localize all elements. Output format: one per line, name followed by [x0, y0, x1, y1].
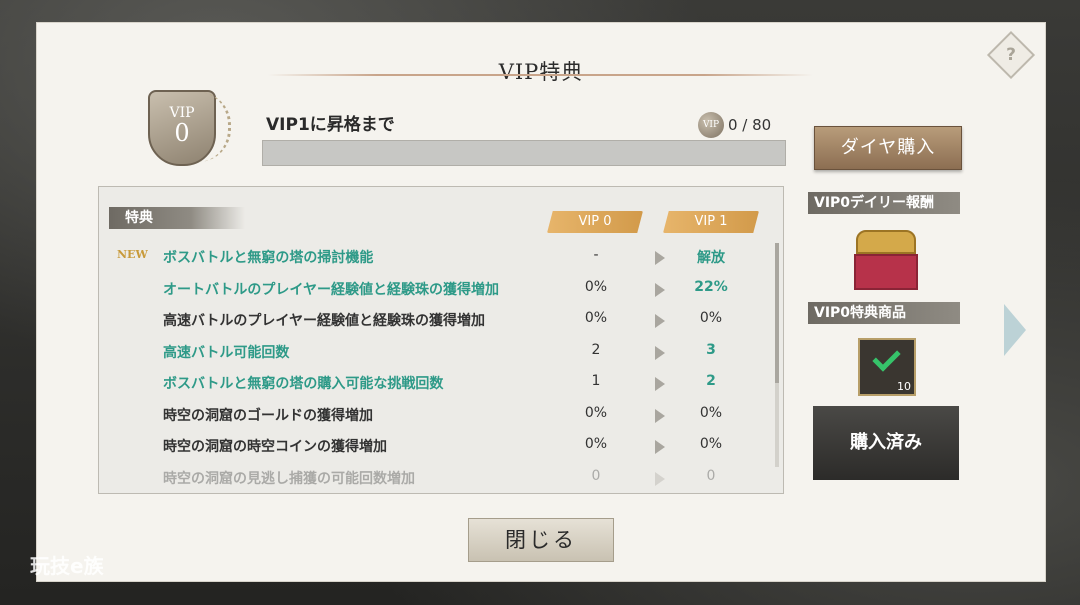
- dialog-title: VIP特典: [498, 60, 584, 84]
- table-row: 時空の洞窟のゴールドの獲得増加 0% 0%: [99, 401, 783, 432]
- current-value: -: [593, 247, 599, 263]
- table-header: 特典: [109, 207, 245, 229]
- vip-item-slot[interactable]: 10: [858, 338, 916, 396]
- buy-diamonds-button[interactable]: ダイヤ購入: [814, 126, 962, 170]
- table-row: 時空の洞窟の見逃し捕獲の可能回数増加 0 0: [99, 464, 783, 494]
- next-value: 2: [706, 373, 716, 389]
- next-value: 3: [706, 341, 716, 358]
- benefit-name: 時空の洞窟のゴールドの獲得増加: [163, 407, 373, 424]
- title-divider: [268, 74, 813, 76]
- next-rank-label: VIP1に昇格まで: [266, 115, 395, 135]
- current-value: 0%: [584, 436, 608, 452]
- benefit-name: ボスバトルと無窮の塔の購入可能な挑戦回数: [163, 376, 444, 392]
- benefit-name: 高速バトルのプレイヤー経験値と経験珠の獲得増加: [163, 313, 485, 329]
- next-value: 0%: [699, 404, 723, 421]
- checkmark-icon: [872, 343, 901, 372]
- table-scrollbar[interactable]: [775, 243, 779, 467]
- watermark-logo: 玩技e族: [30, 554, 104, 578]
- daily-reward-label: VIP0デイリー報酬: [808, 192, 960, 214]
- next-value: 22%: [694, 278, 728, 295]
- next-value: 0: [706, 467, 716, 484]
- next-page-arrow-icon[interactable]: [1004, 304, 1026, 356]
- current-value: 0: [591, 467, 601, 484]
- benefit-name: 時空の洞窟の見逃し捕獲の可能回数増加: [163, 470, 415, 487]
- benefits-table: 特典 VIP 0 VIP 1 NEW ボスバトルと無窮の塔の掃討機能 - 解放オートバ…: [98, 186, 784, 494]
- purchased-button[interactable]: 購入済み: [813, 406, 959, 480]
- vip-coin-icon: VIP: [698, 112, 724, 138]
- table-row: 高速バトルのプレイヤー経験値と経験珠の獲得増加 0% 0%: [99, 306, 783, 337]
- treasure-chest-icon[interactable]: [852, 230, 918, 290]
- table-row: オートバトルのプレイヤー経験値と経験珠の獲得増加 0% 22%: [99, 275, 783, 306]
- arrow-right-icon: [655, 471, 665, 486]
- current-value: 0%: [584, 404, 608, 421]
- benefit-name: 時空の洞窟の時空コインの獲得増加: [163, 439, 387, 455]
- benefit-name: オートバトルのプレイヤー経験値と経験珠の獲得増加: [163, 281, 499, 298]
- next-value: 0%: [699, 436, 723, 452]
- next-value: 0%: [699, 310, 723, 326]
- current-value: 1: [591, 373, 601, 389]
- arrow-right-icon: [655, 440, 665, 454]
- benefit-name: 高速バトル可能回数: [163, 344, 290, 361]
- benefit-name: ボスバトルと無窮の塔の掃討機能: [163, 250, 374, 266]
- table-row: 高速バトル可能回数 2 3: [99, 338, 783, 369]
- points-value: 0 / 80: [728, 116, 772, 134]
- table-row: NEW ボスバトルと無窮の塔の掃討機能 - 解放: [99, 243, 783, 274]
- arrow-right-icon: [655, 282, 665, 297]
- arrow-right-icon: [655, 345, 665, 360]
- arrow-right-icon: [655, 314, 665, 328]
- arrow-right-icon: [655, 408, 665, 423]
- item-count: 10: [897, 380, 911, 393]
- vip-level-badge: VIP 0: [140, 84, 231, 170]
- vip-points: VIP 0 / 80: [698, 112, 771, 138]
- current-value: 0%: [584, 278, 608, 295]
- current-value: 0%: [584, 310, 608, 326]
- arrow-right-icon: [655, 251, 665, 265]
- scrollbar-thumb[interactable]: [775, 243, 779, 383]
- new-tag: NEW: [117, 248, 148, 261]
- laurel-icon: [198, 92, 231, 162]
- vip-benefits-dialog: VIP特典 ? VIP 0 VIP1に昇格まで VIP 0 / 80 ダイヤ購入…: [36, 22, 1046, 582]
- vip-progress-bar: [262, 140, 786, 166]
- col-next-vip: VIP 1: [663, 211, 759, 233]
- next-value: 解放: [697, 250, 725, 266]
- table-row: ボスバトルと無窮の塔の購入可能な挑戦回数 1 2: [99, 369, 783, 400]
- current-value: 2: [591, 341, 601, 358]
- arrow-right-icon: [655, 377, 665, 391]
- close-button[interactable]: 閉じる: [468, 518, 614, 562]
- table-row: 時空の洞窟の時空コインの獲得増加 0% 0%: [99, 432, 783, 463]
- col-current-vip: VIP 0: [547, 211, 643, 233]
- shop-label: VIP0特典商品: [808, 302, 960, 324]
